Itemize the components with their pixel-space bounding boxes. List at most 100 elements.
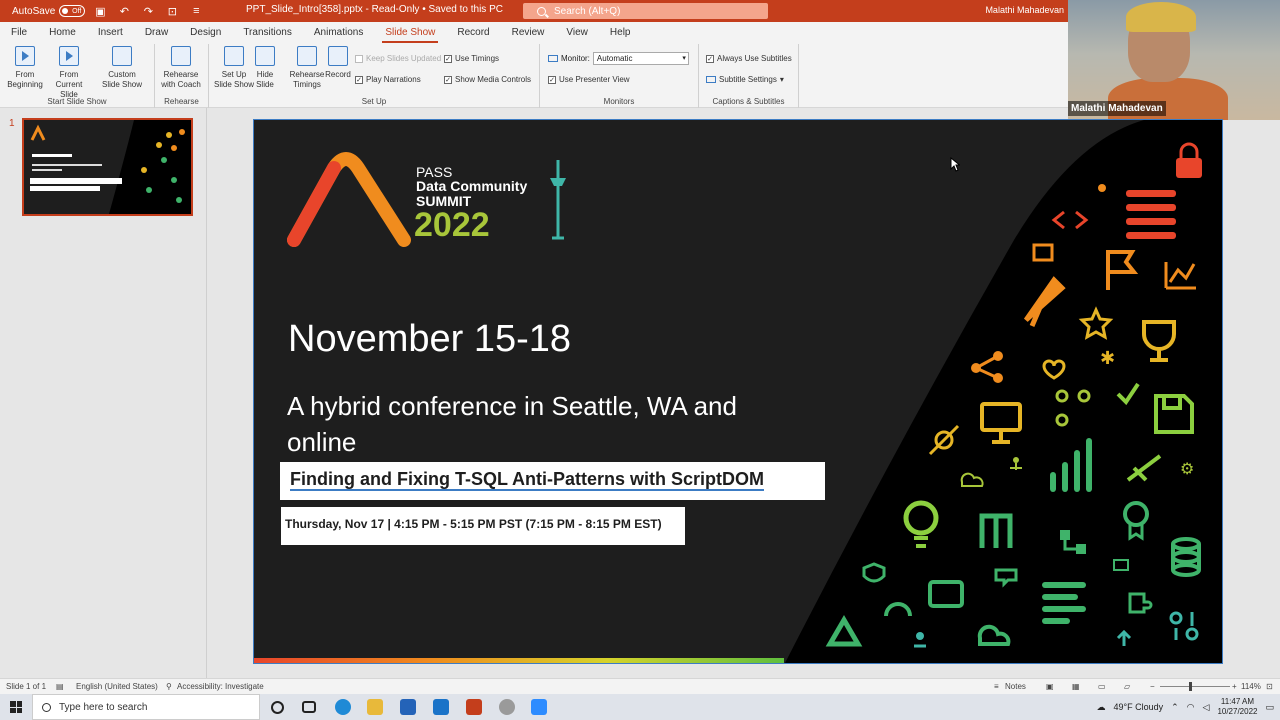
slide-date-title[interactable]: November 15-18 <box>288 318 571 361</box>
checkbox-box: ✓ <box>355 75 363 84</box>
zoom-level[interactable]: 114% <box>1241 682 1261 691</box>
keep-slides-updated-checkbox[interactable]: Keep Slides Updated <box>355 54 441 63</box>
svg-text:⚙: ⚙ <box>1180 459 1194 478</box>
slide-count: Slide 1 of 1 <box>6 682 47 691</box>
document-title[interactable]: PPT_Slide_Intro[358].pptx - Read-Only • … <box>246 4 503 15</box>
record-button[interactable]: Record <box>321 46 355 80</box>
from-beginning-button[interactable]: From Beginning <box>3 46 47 90</box>
search-box[interactable]: Search (Alt+Q) <box>523 3 768 19</box>
group-label: Captions & Subtitles <box>712 97 785 106</box>
tab-help[interactable]: Help <box>599 22 642 44</box>
play-narrations-label: Play Narrations <box>366 75 421 84</box>
thumbnail-number: 1 <box>9 118 15 129</box>
notes-button[interactable]: Notes <box>1005 682 1026 691</box>
slide-accent-bar <box>254 658 784 663</box>
play-narrations-checkbox[interactable]: ✓ Play Narrations <box>355 75 421 84</box>
custom-slide-show-button[interactable]: Custom Slide Show <box>100 46 144 90</box>
zoom-in-icon[interactable]: + <box>1232 682 1237 691</box>
slide-sorter-icon[interactable]: ▦ <box>1072 682 1080 691</box>
cortana-icon[interactable] <box>271 701 284 714</box>
tab-view[interactable]: View <box>555 22 599 44</box>
slide-canvas[interactable]: ✱ ⚙ PASS Data Community SUMMIT 2022 Nove… <box>253 119 1223 664</box>
autosave-control[interactable]: AutoSave Off <box>12 5 86 17</box>
mail-icon[interactable] <box>433 699 449 715</box>
accessibility-status[interactable]: Accessibility: Investigate <box>177 682 264 691</box>
tab-record[interactable]: Record <box>446 22 500 44</box>
use-timings-label: Use Timings <box>455 54 500 63</box>
notifications-icon[interactable]: ▭ <box>1265 702 1274 713</box>
normal-view-icon[interactable]: ▣ <box>1046 682 1054 691</box>
session-title-box[interactable]: Finding and Fixing T-SQL Anti-Patterns w… <box>280 462 825 500</box>
record-icon <box>328 46 348 66</box>
group-start-slide-show: From Beginning From Current Slide Custom… <box>0 44 155 108</box>
zoom-out-icon[interactable]: − <box>1150 682 1155 691</box>
redo-icon[interactable]: ↷ <box>139 3 157 19</box>
slide-subtitle[interactable]: A hybrid conference in Seattle, WA and o… <box>287 388 807 460</box>
rehearse-timings-label: Rehearse Timings <box>289 70 325 89</box>
autosave-toggle[interactable]: Off <box>59 5 86 17</box>
zoom-app-icon[interactable] <box>531 699 547 715</box>
tab-insert[interactable]: Insert <box>87 22 134 44</box>
rehearse-coach-label: Rehearse with Coach <box>161 70 201 89</box>
user-name[interactable]: Malathi Mahadevan <box>985 5 1064 15</box>
checkbox-box: ✓ <box>548 75 556 84</box>
accessibility-icon: ⚲ <box>166 682 172 691</box>
presenter-view-checkbox[interactable]: ✓ Use Presenter View <box>548 75 630 84</box>
presenter-view-label: Use Presenter View <box>559 75 630 84</box>
task-view-icon[interactable] <box>302 701 316 713</box>
store-icon[interactable] <box>400 699 416 715</box>
group-set-up: Set Up Slide Show Hide Slide Rehearse Ti… <box>209 44 540 108</box>
hide-slide-button[interactable]: Hide Slide <box>247 46 283 90</box>
custom-show-label: Custom Slide Show <box>101 70 143 89</box>
zoom-slider-thumb[interactable] <box>1189 682 1192 691</box>
tab-draw[interactable]: Draw <box>134 22 179 44</box>
start-menu-icon[interactable] <box>10 701 22 713</box>
present-icon[interactable]: ⊡ <box>163 3 181 19</box>
tab-animations[interactable]: Animations <box>303 22 374 44</box>
use-timings-checkbox[interactable]: ✓ Use Timings <box>444 54 499 63</box>
from-beginning-label: From Beginning <box>7 70 43 89</box>
tab-transitions[interactable]: Transitions <box>232 22 303 44</box>
tab-design[interactable]: Design <box>179 22 232 44</box>
spelling-icon[interactable]: ▤ <box>56 682 64 691</box>
rehearse-coach-button[interactable]: Rehearse with Coach <box>159 46 203 90</box>
subtitle-settings-button[interactable]: Subtitle Settings ▾ <box>706 75 784 84</box>
fit-slide-icon[interactable]: ⊡ <box>1266 682 1273 691</box>
snipping-tool-icon[interactable] <box>499 699 515 715</box>
network-icon[interactable]: ◠ <box>1187 702 1195 713</box>
presenter-name: Malathi Mahadevan <box>1068 101 1166 116</box>
monitor-select[interactable]: Automatic <box>592 52 689 65</box>
hide-slide-label: Hide Slide <box>256 70 274 89</box>
save-icon[interactable]: ▣ <box>91 3 109 19</box>
taskbar-search[interactable]: Type here to search <box>32 694 260 720</box>
undo-icon[interactable]: ↶ <box>115 3 133 19</box>
from-current-button[interactable]: From Current Slide <box>47 46 91 100</box>
volume-icon[interactable]: ◁ <box>1203 702 1210 713</box>
tab-file[interactable]: File <box>0 22 38 44</box>
group-label: Set Up <box>361 97 387 106</box>
logo-data-community: Data Community <box>416 178 528 194</box>
show-hidden-icons-icon[interactable]: ⌃ <box>1171 702 1179 713</box>
file-explorer-icon[interactable] <box>367 699 383 715</box>
session-title: Finding and Fixing T-SQL Anti-Patterns w… <box>290 469 764 491</box>
slideshow-view-icon[interactable]: ▱ <box>1124 682 1130 691</box>
tab-review[interactable]: Review <box>501 22 556 44</box>
notes-icon: ≡ <box>994 682 999 691</box>
clock-date: 10/27/2022 <box>1217 707 1258 716</box>
powerpoint-icon[interactable] <box>466 699 482 715</box>
play-current-icon <box>59 46 79 66</box>
session-time-box[interactable]: Thursday, Nov 17 | 4:15 PM - 5:15 PM PST… <box>281 507 685 545</box>
tab-home[interactable]: Home <box>38 22 87 44</box>
reading-view-icon[interactable]: ▭ <box>1098 682 1106 691</box>
show-media-controls-checkbox[interactable]: ✓ Show Media Controls <box>444 75 531 84</box>
edge-icon[interactable] <box>335 699 351 715</box>
customize-toolbar-icon[interactable]: ≡ <box>187 3 205 19</box>
always-subtitles-checkbox[interactable]: ✓ Always Use Subtitles <box>706 54 792 63</box>
tab-slide-show[interactable]: Slide Show <box>374 22 446 44</box>
clock[interactable]: 11:47 AM 10/27/2022 <box>1217 697 1257 717</box>
weather-text[interactable]: 49°F Cloudy <box>1113 702 1163 712</box>
language-indicator[interactable]: English (United States) <box>76 682 158 691</box>
checkbox-box: ✓ <box>444 75 452 84</box>
zoom-slider[interactable] <box>1160 686 1230 687</box>
slide-thumbnail[interactable] <box>22 118 193 216</box>
